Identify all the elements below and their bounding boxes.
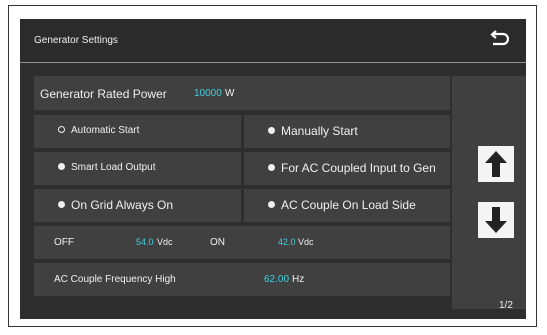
radio-icon <box>58 162 65 170</box>
option-label: AC Couple On Load Side <box>281 198 416 212</box>
page-indicator: 1/2 <box>499 300 513 311</box>
option-smart-load-output[interactable]: Smart Load Output <box>34 152 241 185</box>
frequency-label: AC Couple Frequency High <box>54 274 176 285</box>
voltage-threshold-row: OFF 54.0 Vdc ON 42.0 Vdc <box>34 226 450 259</box>
off-unit: Vdc <box>157 237 173 247</box>
option-automatic-start[interactable]: Automatic Start <box>34 115 241 148</box>
radio-icon <box>268 201 275 209</box>
frequency-row: AC Couple Frequency High 62.00 Hz <box>34 263 450 296</box>
option-label: For AC Coupled Input to Gen <box>281 161 436 175</box>
header-bar: Generator Settings <box>20 19 526 63</box>
radio-icon <box>268 164 275 172</box>
on-unit: Vdc <box>298 237 314 247</box>
off-label: OFF <box>54 237 74 248</box>
arrow-down-icon <box>485 207 507 233</box>
option-ac-coupled-input-gen[interactable]: For AC Coupled Input to Gen <box>244 152 450 185</box>
option-label: On Grid Always On <box>71 198 174 212</box>
back-arrow-icon <box>490 30 510 46</box>
option-label: Smart Load Output <box>71 162 156 173</box>
off-value[interactable]: 54.0 <box>136 237 154 247</box>
radio-icon <box>58 201 65 209</box>
arrow-up-icon <box>485 151 507 177</box>
radio-selected-icon <box>58 125 65 133</box>
settings-screen: Generator Settings Generator Rated Power… <box>20 19 526 319</box>
page-nav-panel: 1/2 <box>452 76 526 311</box>
page-up-button[interactable] <box>478 146 514 182</box>
option-manually-start[interactable]: Manually Start <box>244 115 450 148</box>
option-label: Manually Start <box>281 124 358 138</box>
rated-power-unit: W <box>225 88 235 99</box>
frequency-unit: Hz <box>292 274 305 285</box>
back-button[interactable] <box>482 25 516 55</box>
page-title: Generator Settings <box>34 35 118 46</box>
option-ac-couple-load-side[interactable]: AC Couple On Load Side <box>244 189 450 222</box>
option-on-grid-always-on[interactable]: On Grid Always On <box>34 189 241 222</box>
option-label: Automatic Start <box>71 125 140 136</box>
radio-icon <box>268 127 275 135</box>
rated-power-label: Generator Rated Power <box>40 87 167 101</box>
rated-power-row[interactable]: Generator Rated Power 10000 W <box>34 76 450 110</box>
on-label: ON <box>210 237 225 248</box>
rated-power-value[interactable]: 10000 <box>194 88 222 99</box>
page-down-button[interactable] <box>478 202 514 238</box>
on-value[interactable]: 42.0 <box>278 237 296 247</box>
frequency-value[interactable]: 62.00 <box>264 274 289 285</box>
